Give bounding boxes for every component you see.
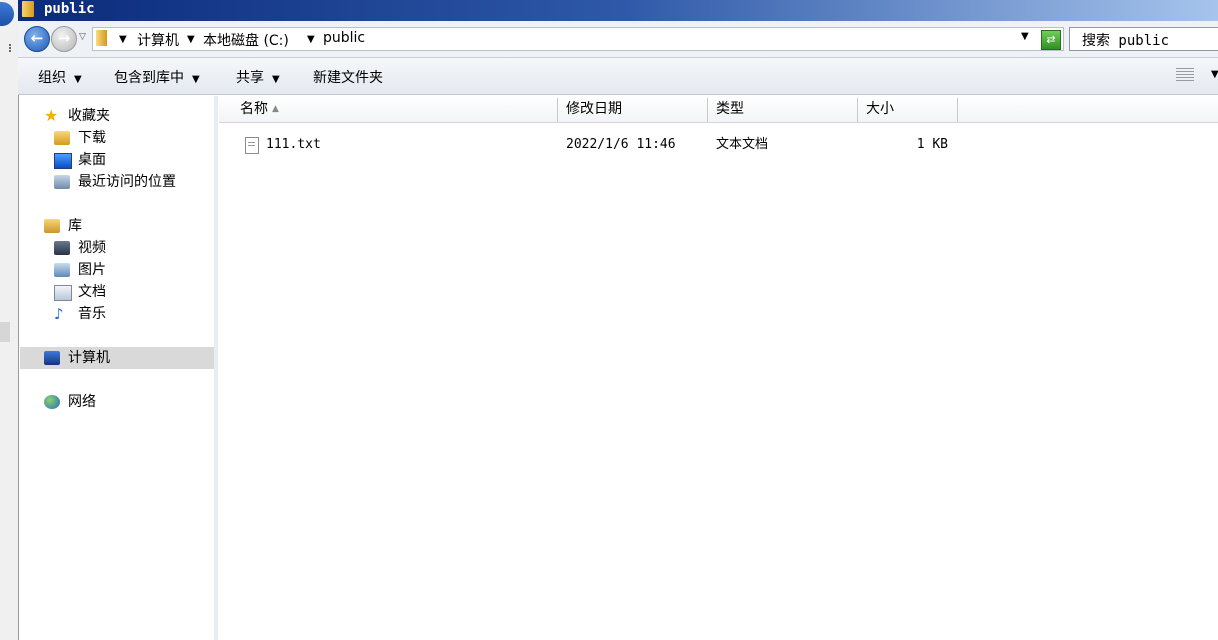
recent-pages-dropdown[interactable]: ▽ bbox=[79, 32, 86, 42]
pane-splitter[interactable] bbox=[214, 96, 218, 640]
breadcrumb-public[interactable]: public bbox=[323, 30, 365, 46]
folder-icon bbox=[22, 1, 34, 17]
nav-computer[interactable]: 计算机 bbox=[20, 347, 214, 369]
chevron-down-icon: ▼ bbox=[74, 74, 82, 85]
desktop-icon bbox=[54, 153, 72, 169]
library-icon bbox=[44, 219, 60, 233]
nav-label: 图片 bbox=[78, 262, 106, 278]
folder-icon bbox=[96, 30, 107, 46]
arrow-left-icon: ← bbox=[30, 29, 44, 47]
computer-icon bbox=[44, 351, 60, 365]
new-folder-button[interactable]: 新建文件夹 bbox=[313, 67, 383, 87]
background-window-edge bbox=[0, 0, 19, 640]
nav-label: 最近访问的位置 bbox=[78, 174, 176, 190]
network-globe-icon bbox=[44, 395, 60, 409]
chevron-down-icon[interactable]: ▼ bbox=[1211, 69, 1218, 80]
address-row: ← → ▽ ▼ 计算机 ▼ 本地磁盘 (C:) ▼ public ▼ ⇄ 搜索 … bbox=[18, 21, 1218, 58]
arrow-right-icon: → bbox=[57, 29, 71, 47]
nav-label: 计算机 bbox=[68, 350, 110, 366]
file-name: 111.txt bbox=[266, 137, 321, 152]
include-label: 包含到库中 bbox=[114, 70, 184, 86]
column-name[interactable]: 名称 ▲ bbox=[240, 96, 279, 122]
column-divider[interactable] bbox=[707, 98, 708, 122]
view-options-icon[interactable] bbox=[1176, 68, 1194, 82]
title-bar: public bbox=[18, 0, 1218, 21]
file-row[interactable]: 111.txt 2022/1/6 11:46 文本文档 1 KB bbox=[219, 134, 1218, 156]
sort-ascending-icon: ▲ bbox=[272, 104, 279, 114]
nav-label: 视频 bbox=[78, 240, 106, 256]
column-divider[interactable] bbox=[957, 98, 958, 122]
address-bar[interactable]: ▼ 计算机 ▼ 本地磁盘 (C:) ▼ public bbox=[92, 27, 1064, 51]
recent-places-icon bbox=[54, 175, 70, 189]
column-modified[interactable]: 修改日期 bbox=[566, 96, 622, 122]
music-note-icon: ♪ bbox=[54, 305, 64, 323]
breadcrumb-local-disk[interactable]: 本地磁盘 (C:) bbox=[203, 30, 289, 50]
search-input[interactable]: 搜索 public bbox=[1069, 27, 1218, 51]
back-button[interactable]: ← bbox=[24, 26, 50, 52]
breadcrumb-root-chevron[interactable]: ▼ bbox=[119, 30, 127, 46]
column-name-label: 名称 bbox=[240, 101, 268, 117]
organize-label: 组织 bbox=[38, 70, 66, 86]
nav-label: 下载 bbox=[78, 130, 106, 146]
command-bar: 组织 ▼ 包含到库中 ▼ 共享 ▼ 新建文件夹 ▼ bbox=[18, 58, 1218, 95]
share-label: 共享 bbox=[236, 70, 264, 86]
navigation-pane: ★ 收藏夹 下载 桌面 最近访问的位置 库 视频 图片 文档 ♪ 音乐 计算机 … bbox=[20, 96, 215, 640]
star-icon: ★ bbox=[44, 106, 59, 125]
nav-label: 网络 bbox=[68, 394, 96, 410]
organize-button[interactable]: 组织 ▼ bbox=[38, 67, 82, 87]
nav-label: 文档 bbox=[78, 284, 106, 300]
breadcrumb-computer[interactable]: 计算机 bbox=[137, 30, 179, 50]
column-divider[interactable] bbox=[857, 98, 858, 122]
address-dropdown-icon[interactable]: ▼ bbox=[1021, 31, 1029, 42]
document-icon bbox=[54, 285, 72, 301]
file-list: 名称 ▲ 修改日期 类型 大小 111.txt 2022/1/6 11:46 文本… bbox=[219, 96, 1218, 640]
nav-label: 收藏夹 bbox=[68, 108, 110, 124]
column-size[interactable]: 大小 bbox=[866, 96, 894, 122]
background-grip bbox=[9, 44, 13, 52]
downloads-icon bbox=[54, 131, 70, 145]
column-divider[interactable] bbox=[557, 98, 558, 122]
column-type[interactable]: 类型 bbox=[716, 96, 744, 122]
refresh-icon[interactable]: ⇄ bbox=[1041, 30, 1061, 50]
pictures-icon bbox=[54, 263, 70, 277]
share-button[interactable]: 共享 ▼ bbox=[236, 67, 280, 87]
nav-label: 库 bbox=[68, 218, 82, 234]
breadcrumb-chevron[interactable]: ▼ bbox=[187, 30, 195, 46]
include-in-library-button[interactable]: 包含到库中 ▼ bbox=[114, 67, 200, 87]
column-header: 名称 ▲ 修改日期 类型 大小 bbox=[219, 96, 1218, 123]
chevron-down-icon: ▼ bbox=[192, 74, 200, 85]
file-modified: 2022/1/6 11:46 bbox=[566, 137, 676, 152]
background-back-button[interactable] bbox=[0, 2, 14, 26]
background-selection bbox=[0, 322, 10, 342]
nav-label: 音乐 bbox=[78, 306, 106, 322]
window-title: public bbox=[44, 1, 95, 17]
video-icon bbox=[54, 241, 70, 255]
nav-label: 桌面 bbox=[78, 152, 106, 168]
forward-button[interactable]: → bbox=[51, 26, 77, 52]
search-placeholder: 搜索 public bbox=[1082, 33, 1170, 49]
text-file-icon bbox=[245, 137, 259, 154]
chevron-down-icon: ▼ bbox=[272, 74, 280, 85]
breadcrumb-chevron[interactable]: ▼ bbox=[307, 30, 315, 46]
file-size: 1 KB bbox=[916, 137, 948, 152]
file-type: 文本文档 bbox=[716, 137, 769, 152]
